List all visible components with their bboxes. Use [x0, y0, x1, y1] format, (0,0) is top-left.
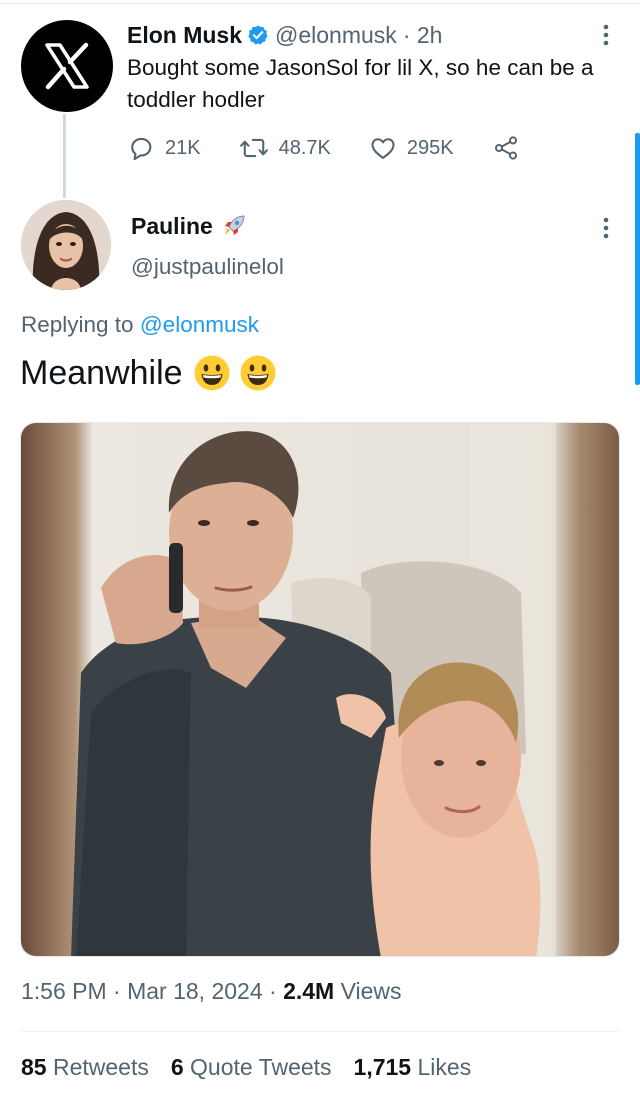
x-logo-icon [45, 42, 89, 90]
retweets-stat[interactable]: 85 Retweets [21, 1054, 149, 1081]
author-handle[interactable]: @elonmusk [275, 22, 397, 49]
reply-stats: 85 Retweets 6 Quote Tweets 1,715 Likes [21, 1054, 493, 1081]
reply-count: 21K [165, 136, 201, 159]
retweet-button[interactable]: 48.7K [239, 134, 331, 162]
tweet-time: · 2h [402, 21, 443, 48]
reply-timestamp[interactable]: 1:56 PM · Mar 18, 2024 · [21, 978, 277, 1004]
retweets-stat-label: Retweets [52, 1054, 149, 1080]
reply-button[interactable]: 21K [127, 134, 201, 162]
reply-more-icon[interactable] [596, 213, 616, 243]
more-icon[interactable] [596, 20, 616, 50]
replying-to-link[interactable]: @elonmusk [140, 312, 259, 337]
replying-label: Replying to [21, 312, 134, 337]
retweets-stat-count: 85 [21, 1054, 47, 1080]
tweet-header: Elon Musk @elonmusk · 2h [127, 19, 442, 51]
pauline-avatar[interactable] [21, 200, 111, 290]
retweet-count: 48.7K [278, 136, 331, 159]
like-button[interactable]: 295K [369, 134, 454, 162]
reply-author-handle[interactable]: @justpaulinelol [131, 254, 284, 280]
views-label: Views [340, 978, 402, 1004]
likes-stat-label: Likes [417, 1054, 472, 1080]
share-icon [494, 136, 517, 160]
rocket-icon [221, 213, 247, 239]
reply-icon [131, 137, 152, 161]
reply-text: Meanwhile [20, 350, 277, 396]
retweet-icon [239, 138, 268, 158]
verified-badge-icon [247, 24, 269, 46]
reply-author-name[interactable]: Pauline [131, 213, 213, 240]
reply-meta: 1:56 PM · Mar 18, 2024 · 2.4M Views [21, 978, 402, 1005]
reply-header: Pauline [131, 210, 247, 242]
stats-divider [20, 1031, 620, 1032]
author-name[interactable]: Elon Musk [127, 22, 242, 49]
share-button[interactable] [492, 134, 520, 162]
tweet-actions: 21K 48.7K 295K [127, 130, 558, 166]
quotes-stat-count: 6 [170, 1054, 184, 1080]
grinning-face-icon [193, 354, 231, 392]
likes-stat-count: 1,715 [353, 1054, 412, 1080]
replying-to: Replying to @elonmusk [21, 312, 259, 338]
reply-media-image[interactable] [20, 422, 620, 957]
scrollbar[interactable] [635, 133, 640, 385]
elon-avatar[interactable] [21, 20, 113, 112]
likes-stat[interactable]: 1,715 Likes [354, 1054, 472, 1081]
like-count: 295K [406, 136, 454, 159]
quotes-stat[interactable]: 6 Quote Tweets [171, 1054, 332, 1081]
tweet-text: Bought some JasonSol for lil X, so he ca… [127, 55, 594, 112]
like-icon [371, 138, 395, 159]
reply-text-content: Meanwhile [20, 353, 183, 392]
thread-line [63, 114, 66, 198]
views-count: 2.4M [283, 978, 335, 1004]
quotes-stat-label: Quote Tweets [190, 1054, 332, 1080]
top-divider [0, 3, 640, 4]
grinning-face-icon [239, 354, 277, 392]
